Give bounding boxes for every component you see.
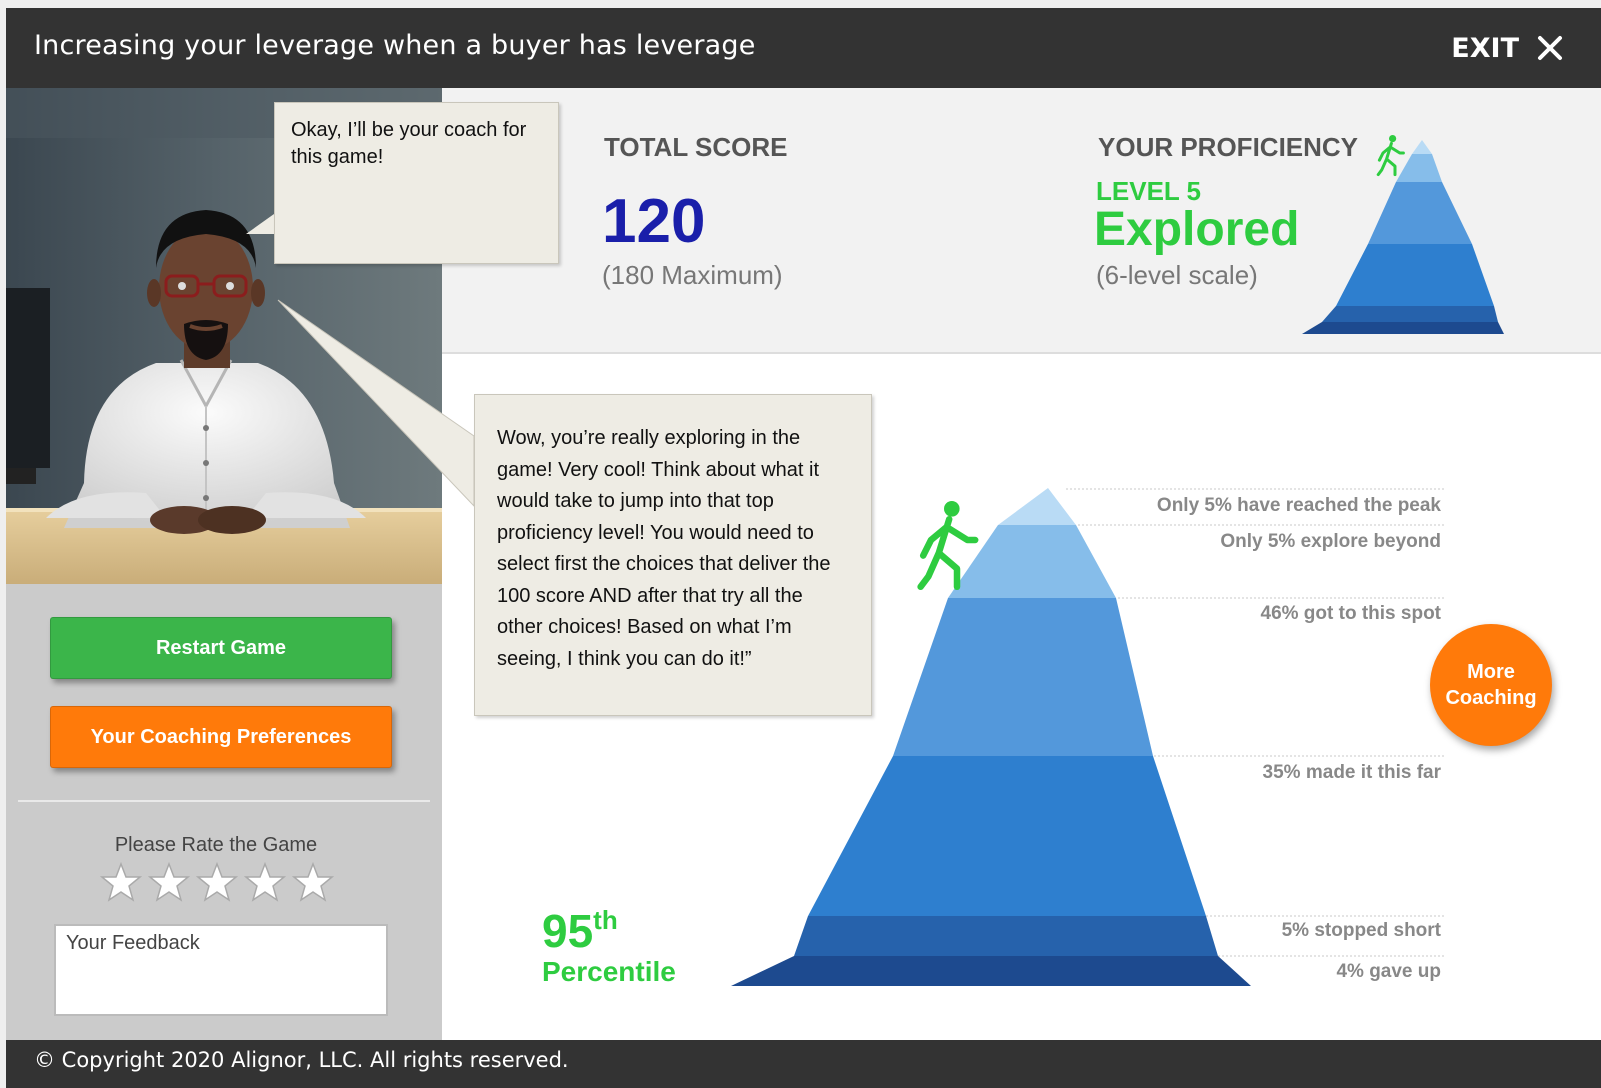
mountain-band-level-3 (808, 756, 1206, 916)
mountain-band-level-1 (731, 956, 1251, 986)
mini-mountain-band-level-6 (1412, 140, 1432, 154)
more-coaching-button[interactable]: More Coaching (1430, 624, 1552, 746)
coach-speech-bubble: Okay, I’ll be your coach for this game! (274, 102, 559, 264)
percentile-label: Percentile (542, 956, 676, 987)
more-coaching-label: More Coaching (1445, 661, 1537, 709)
mountain-band-level-2 (794, 916, 1218, 956)
mini-mountain-band-level-3 (1336, 244, 1494, 306)
mountain-band-level-5 (948, 525, 1116, 598)
mini-mountain-band-level-1 (1302, 322, 1504, 334)
level-label: 35% made it this far (1263, 762, 1442, 783)
level-label: 46% got to this spot (1261, 603, 1442, 624)
mini-mountain-band-level-4 (1368, 182, 1472, 244)
hiker-icon (1376, 135, 1405, 177)
percentile-suffix: th (593, 905, 618, 935)
coach-feedback-bubble: Wow, you’re really exploring in the game… (474, 394, 872, 716)
mountain-band-level-4 (893, 598, 1153, 756)
game-results-window: Increasing your leverage when a buyer ha… (6, 8, 1601, 1088)
copyright-text: © Copyright 2020 Alignor, LLC. All right… (34, 1048, 569, 1072)
percentile-number: 95 (542, 905, 594, 957)
percentile-value: 95th (542, 904, 618, 958)
level-label: 5% stopped short (1282, 920, 1442, 941)
footer: © Copyright 2020 Alignor, LLC. All right… (6, 1040, 1601, 1088)
level-label: Only 5% have reached the peak (1157, 495, 1442, 516)
mini-mountain-band-level-5 (1396, 154, 1442, 182)
level-label: Only 5% explore beyond (1220, 531, 1441, 552)
mountain-band-level-6 (998, 488, 1076, 525)
level-label: 4% gave up (1336, 961, 1441, 982)
mini-mountain-band-level-2 (1322, 306, 1498, 322)
